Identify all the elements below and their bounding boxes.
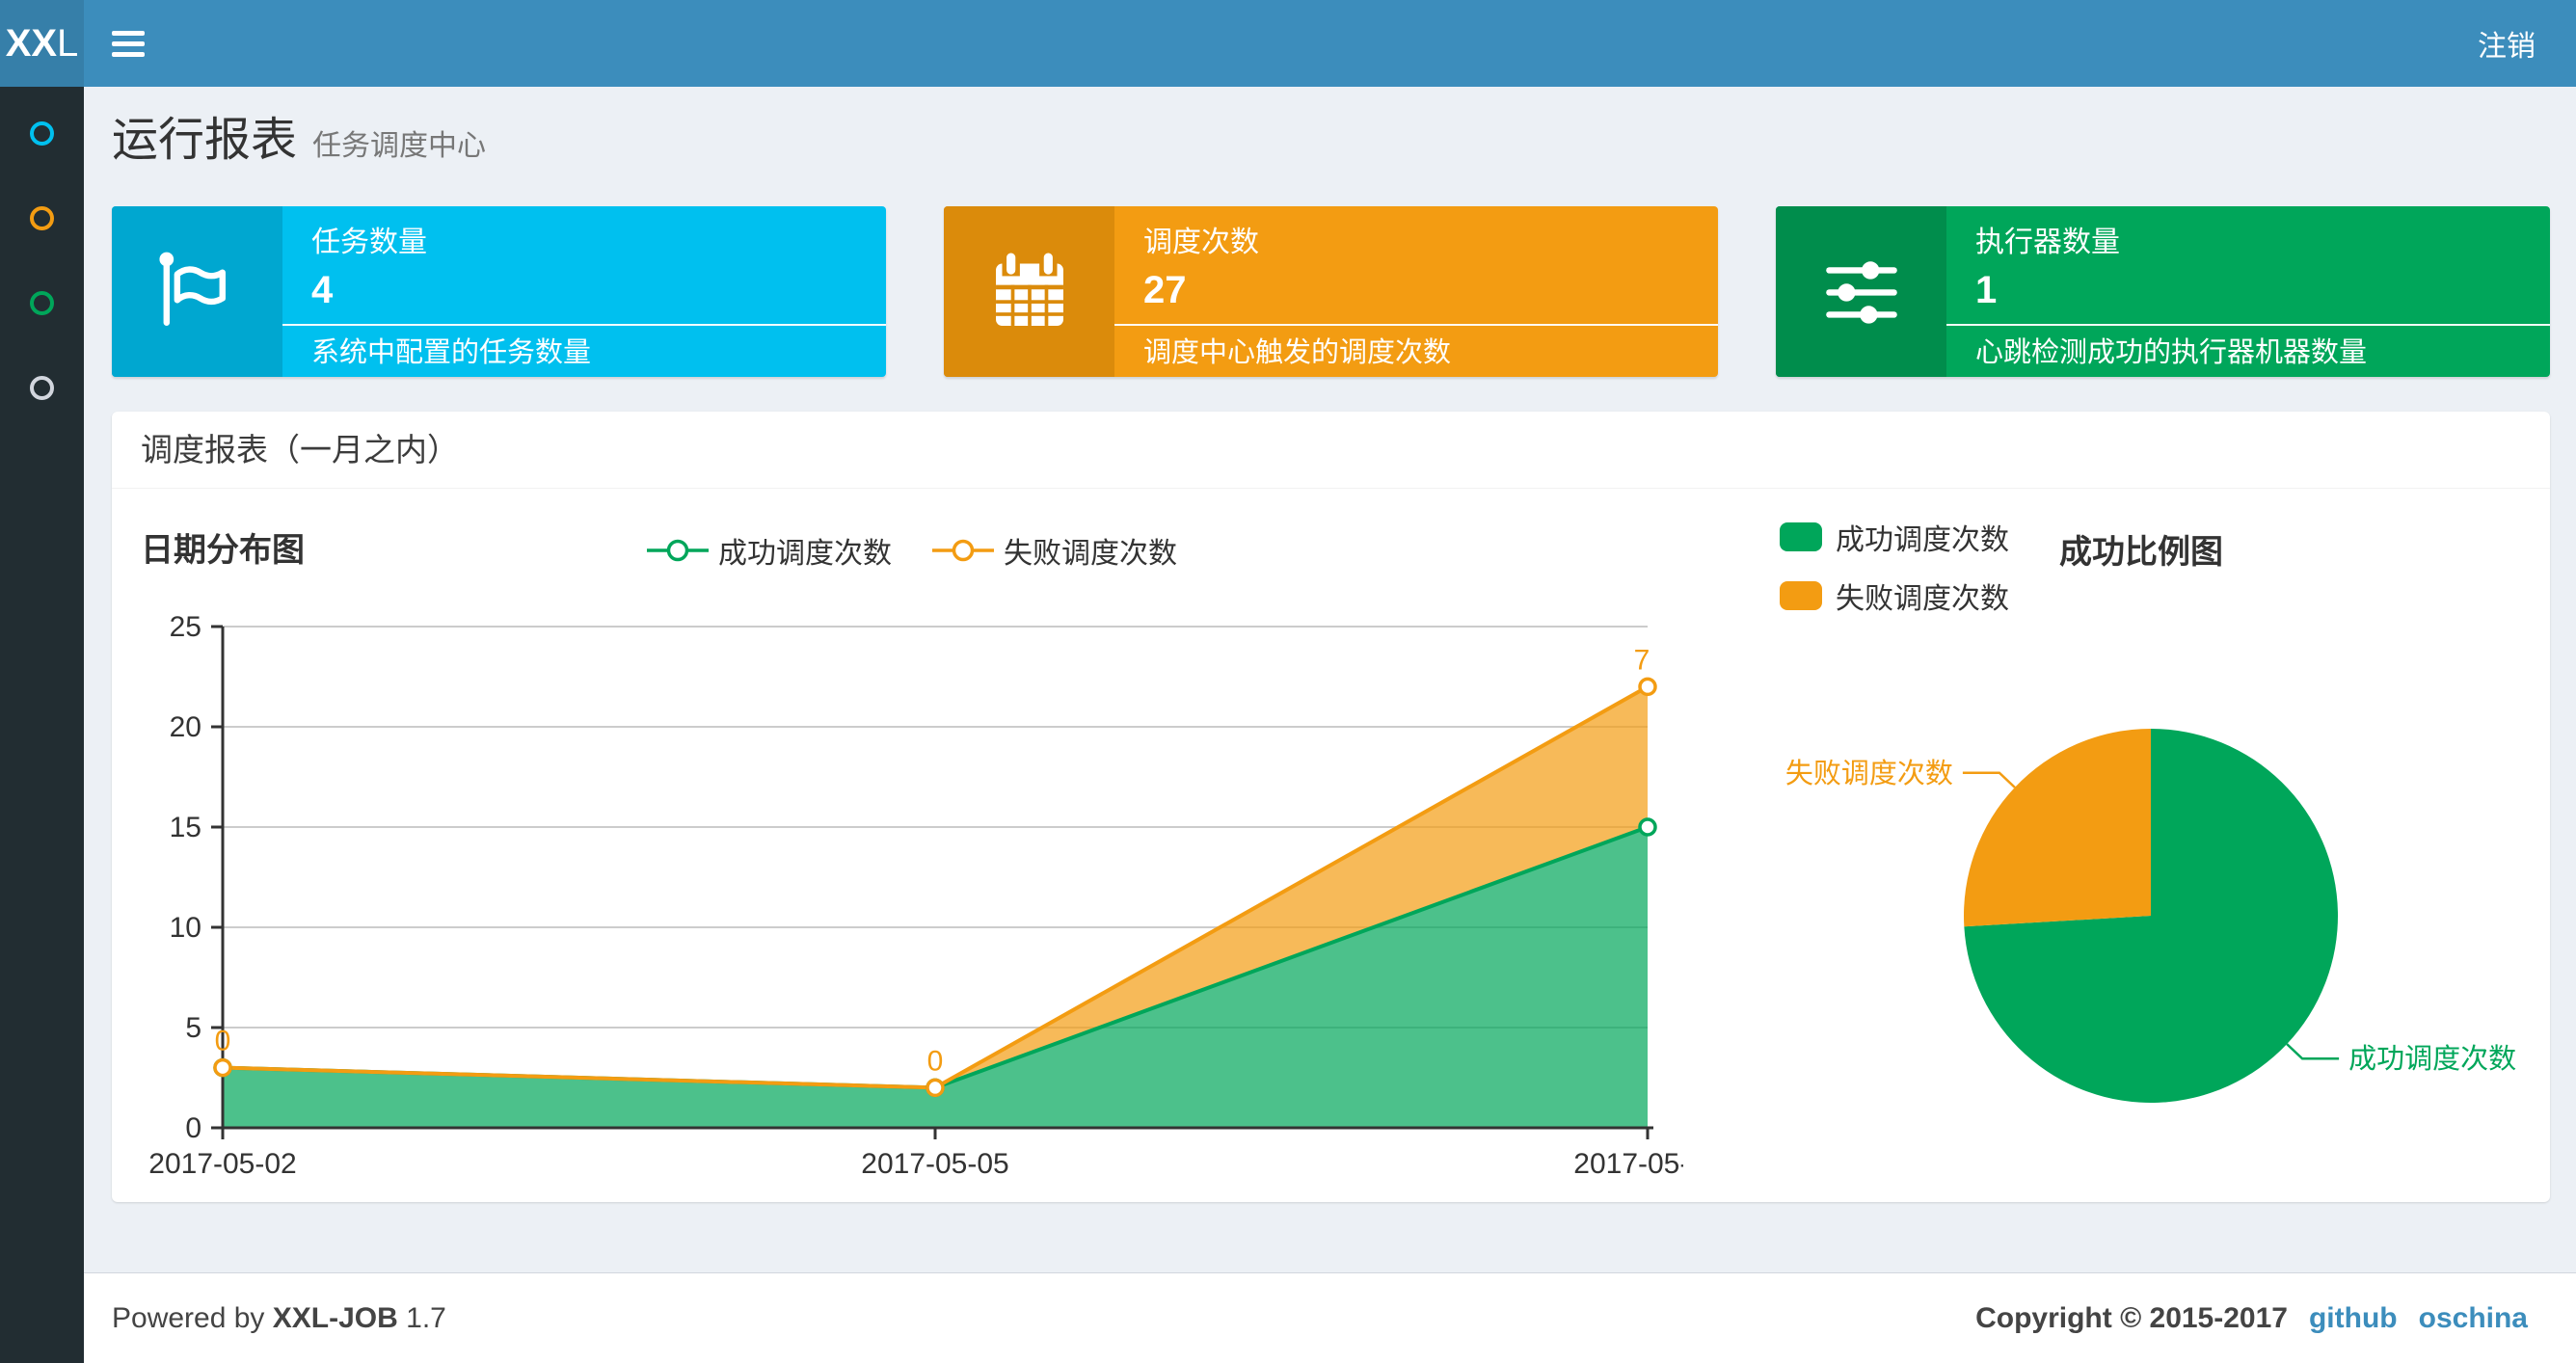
svg-text:15: 15: [170, 812, 201, 843]
page-subtitle: 任务调度中心: [312, 130, 487, 162]
legend-swatch: [1780, 522, 1822, 551]
stat-label: 调度次数: [1143, 227, 1259, 258]
line-marker-icon: [932, 539, 994, 562]
svg-text:成功调度次数: 成功调度次数: [2348, 1043, 2516, 1075]
sidebar-item-2[interactable]: [0, 175, 84, 260]
svg-text:5: 5: [185, 1012, 201, 1044]
date-distribution-chart: 日期分布图 成功调度次数 失败调度次数 0 5 10 15 20 25 2017…: [141, 508, 1683, 1202]
sidebar-item-4[interactable]: [0, 345, 84, 430]
svg-text:0: 0: [185, 1112, 201, 1144]
report-panel: 调度报表（一月之内） 日期分布图 成功调度次数 失败调度次数 0 5 10 15…: [112, 412, 2550, 1202]
circle-o-icon: [30, 290, 54, 315]
sliders-icon: [1776, 206, 1946, 377]
stat-box-triggers: 调度次数 27 调度中心触发的调度次数: [944, 206, 1718, 377]
panel-body: 日期分布图 成功调度次数 失败调度次数 0 5 10 15 20 25 2017…: [112, 489, 2550, 1202]
svg-text:2017-05-08: 2017-05-08: [1573, 1148, 1683, 1180]
legend-item-success[interactable]: 成功调度次数: [647, 529, 892, 572]
area-chart-plot: 05101520252017-05-022017-05-052017-05-08…: [148, 611, 1683, 1180]
stat-box-jobs: 任务数量 4 系统中配置的任务数量: [112, 206, 886, 377]
top-navbar: XX L 注销: [0, 0, 2576, 87]
line-marker-icon: [647, 539, 709, 562]
divider: [1114, 324, 1718, 326]
svg-text:0: 0: [215, 1026, 231, 1057]
line-chart-legend: 成功调度次数 失败调度次数: [647, 529, 1177, 572]
svg-text:0: 0: [927, 1045, 944, 1077]
stat-value: 27: [1143, 269, 1187, 311]
app-logo[interactable]: XX L: [0, 0, 84, 87]
legend-item-fail[interactable]: 失败调度次数: [932, 529, 1177, 572]
pie-chart-plot: 成功调度次数 失败调度次数: [1785, 729, 2516, 1103]
app-logo-light: L: [57, 21, 79, 65]
line-chart-title: 日期分布图: [141, 532, 305, 569]
copyright: Copyright © 2015-2017 github oschina: [1975, 1301, 2528, 1335]
hamburger-icon: [112, 30, 145, 36]
legend-item-success[interactable]: 成功调度次数: [1780, 516, 2009, 558]
svg-text:25: 25: [170, 611, 201, 643]
svg-text:7: 7: [1634, 644, 1650, 676]
stat-description: 调度中心触发的调度次数: [1143, 337, 1452, 368]
svg-text:2017-05-05: 2017-05-05: [861, 1148, 1008, 1180]
stat-boxes-row: 任务数量 4 系统中配置的任务数量 调度次数 27 调度中心触发的调度次数 执行…: [112, 206, 2550, 377]
app-logo-bold: XX: [5, 21, 58, 65]
svg-text:2017-05-02: 2017-05-02: [148, 1148, 296, 1180]
app-name: XXL-JOB: [272, 1301, 398, 1334]
page-title: 运行报表 任务调度中心: [112, 112, 2550, 175]
oschina-link[interactable]: oschina: [2419, 1302, 2528, 1335]
calendar-icon: [944, 206, 1114, 377]
circle-o-icon: [30, 375, 54, 400]
divider: [1946, 324, 2550, 326]
page-title-text: 运行报表: [112, 115, 298, 166]
powered-by: Powered by XXL-JOB 1.7: [112, 1301, 446, 1334]
svg-text:20: 20: [170, 711, 201, 743]
sidebar-item-3[interactable]: [0, 260, 84, 345]
navbar-spacer: [173, 0, 2437, 87]
content-header: 运行报表 任务调度中心: [112, 112, 2550, 175]
stat-value: 1: [1975, 269, 1998, 311]
stat-description: 心跳检测成功的执行器机器数量: [1975, 337, 2368, 368]
main-content: 运行报表 任务调度中心 任务数量 4 系统中配置的任务数量 调度次数 27 调度…: [84, 87, 2576, 1272]
stat-description: 系统中配置的任务数量: [311, 337, 592, 368]
flag-icon: [112, 206, 282, 377]
stat-value: 4: [311, 269, 334, 311]
circle-o-icon: [30, 205, 54, 230]
panel-title: 调度报表（一月之内）: [141, 432, 459, 468]
panel-header: 调度报表（一月之内）: [112, 412, 2550, 489]
sidebar-toggle-button[interactable]: [84, 0, 173, 87]
stat-label: 执行器数量: [1975, 227, 2120, 258]
github-link[interactable]: github: [2309, 1302, 2398, 1335]
sidebar-item-1[interactable]: [0, 91, 84, 175]
app-version: 1.7: [406, 1301, 446, 1334]
logout-link[interactable]: 注销: [2437, 0, 2576, 87]
stat-box-executors: 执行器数量 1 心跳检测成功的执行器机器数量: [1776, 206, 2550, 377]
circle-o-icon: [30, 120, 54, 146]
svg-text:失败调度次数: 失败调度次数: [1785, 758, 1953, 789]
success-ratio-chart: 成功调度次数 失败调度次数 成功比例图 成功调度次数 失败调度次数: [1683, 508, 2521, 1202]
sidebar: [0, 87, 84, 1363]
pie-chart-title: 成功比例图: [2059, 534, 2223, 571]
page-footer: Powered by XXL-JOB 1.7 Copyright © 2015-…: [84, 1272, 2576, 1363]
svg-text:10: 10: [170, 912, 201, 944]
divider: [282, 324, 886, 326]
stat-label: 任务数量: [311, 227, 427, 258]
